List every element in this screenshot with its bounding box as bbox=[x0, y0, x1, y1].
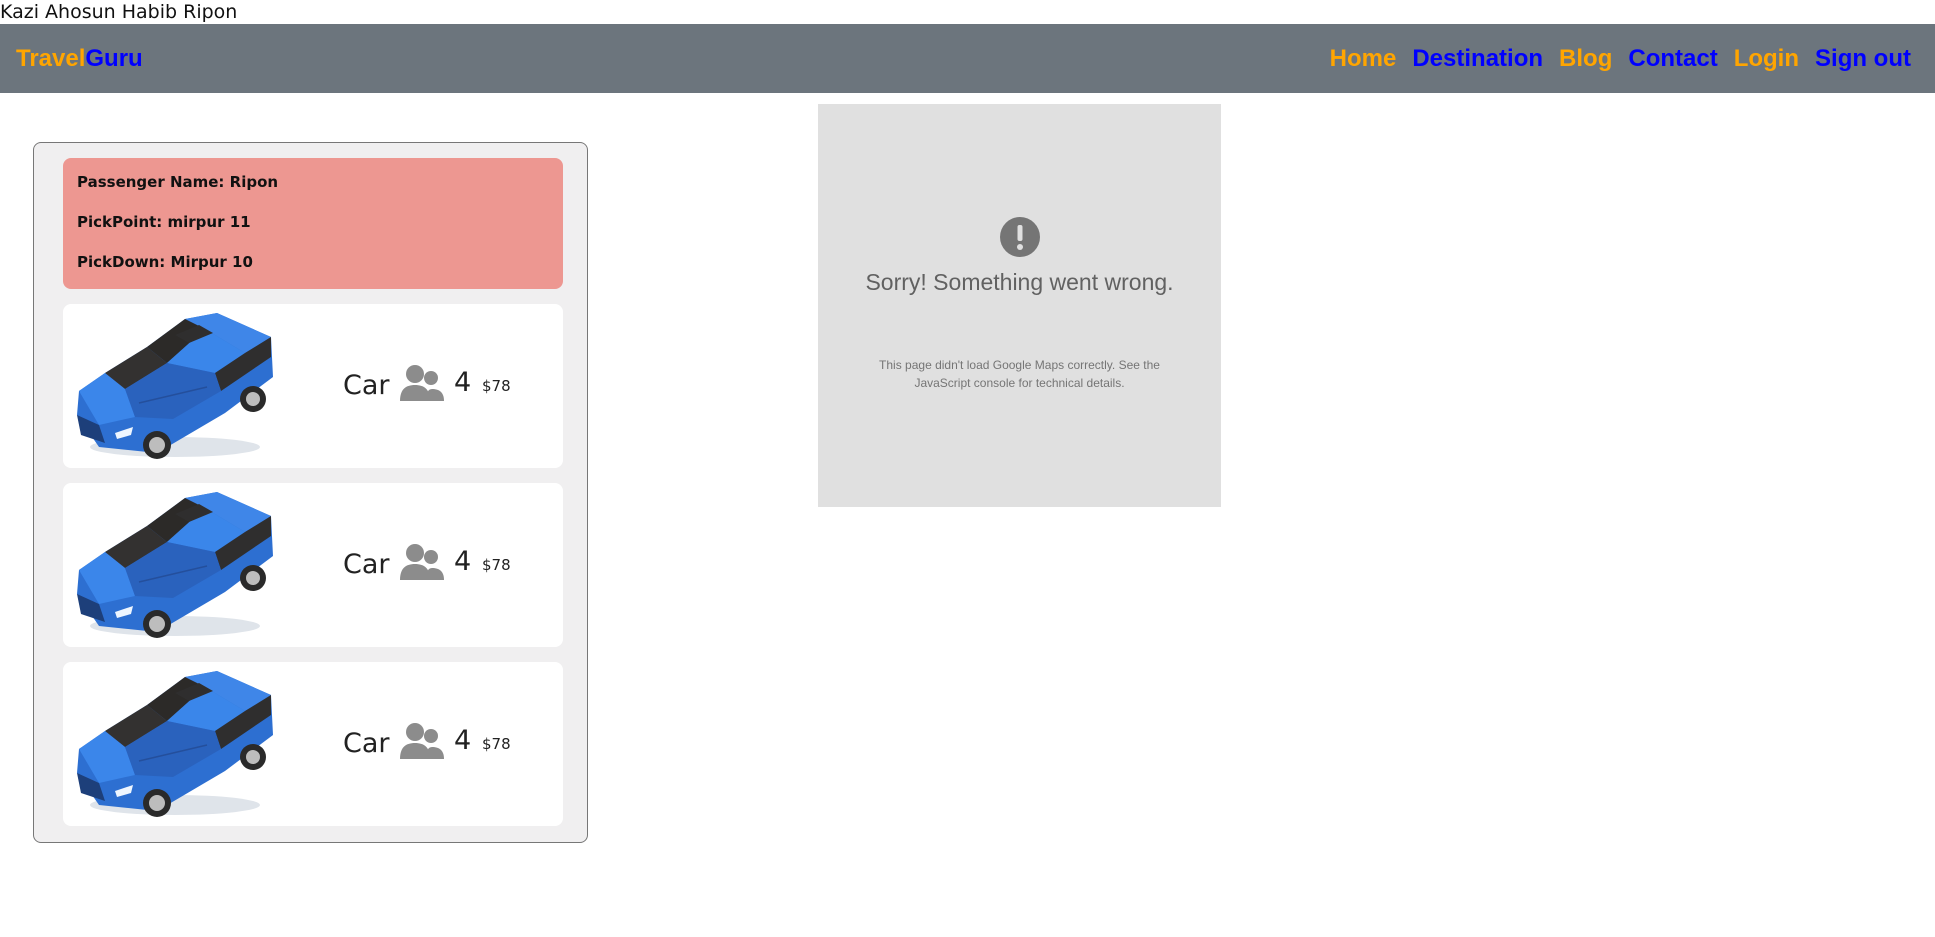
people-icon bbox=[400, 365, 444, 401]
passenger-info-card: Passenger Name: Ripon PickPoint: mirpur … bbox=[63, 158, 563, 289]
car-image bbox=[77, 492, 273, 638]
ride-capacity: 4 bbox=[454, 367, 472, 398]
ride-type-label: Car bbox=[343, 549, 390, 580]
people-icon bbox=[400, 723, 444, 759]
ride-type-label: Car bbox=[343, 370, 390, 401]
ride-capacity: 4 bbox=[454, 546, 472, 577]
brand-travel: Travel bbox=[16, 45, 86, 72]
nav-link-sign-out[interactable]: Sign out bbox=[1815, 45, 1911, 73]
nav-links: Home Destination Blog Contact Login Sign… bbox=[1314, 24, 1911, 93]
car-image bbox=[77, 313, 273, 459]
ride-option[interactable]: Car 4 $78 bbox=[63, 662, 563, 826]
ride-price: $78 bbox=[482, 735, 511, 753]
nav-link-destination[interactable]: Destination bbox=[1412, 45, 1543, 73]
exclamation-icon bbox=[1000, 217, 1040, 257]
brand-logo[interactable]: TravelGuru bbox=[16, 24, 143, 93]
nav-link-contact[interactable]: Contact bbox=[1628, 45, 1717, 73]
pick-point: PickPoint: mirpur 11 bbox=[77, 213, 251, 231]
ride-price: $78 bbox=[482, 377, 511, 395]
people-icon bbox=[400, 544, 444, 580]
pick-down: PickDown: Mirpur 10 bbox=[77, 253, 253, 271]
passenger-name: Passenger Name: Ripon bbox=[77, 173, 279, 191]
ride-price: $78 bbox=[482, 556, 511, 574]
brand-guru: Guru bbox=[85, 45, 143, 72]
map-error-detail: This page didn't load Google Maps correc… bbox=[879, 358, 1160, 390]
ride-capacity: 4 bbox=[454, 725, 472, 756]
google-map-error[interactable]: Sorry! Something went wrong. This page d… bbox=[818, 104, 1221, 507]
navbar: TravelGuru Home Destination Blog Contact… bbox=[0, 24, 1935, 93]
nav-link-home[interactable]: Home bbox=[1330, 45, 1397, 73]
booking-panel: Passenger Name: Ripon PickPoint: mirpur … bbox=[33, 142, 588, 843]
ride-option[interactable]: Car 4 $78 bbox=[63, 483, 563, 647]
nav-link-blog[interactable]: Blog bbox=[1559, 45, 1612, 73]
ride-type-label: Car bbox=[343, 728, 390, 759]
ride-option[interactable]: Car 4 $78 bbox=[63, 304, 563, 468]
logged-in-user-name: Kazi Ahosun Habib Ripon bbox=[0, 1, 238, 23]
nav-link-login[interactable]: Login bbox=[1734, 45, 1799, 73]
car-image bbox=[77, 671, 273, 817]
map-error-title: Sorry! Something went wrong. bbox=[865, 269, 1174, 295]
